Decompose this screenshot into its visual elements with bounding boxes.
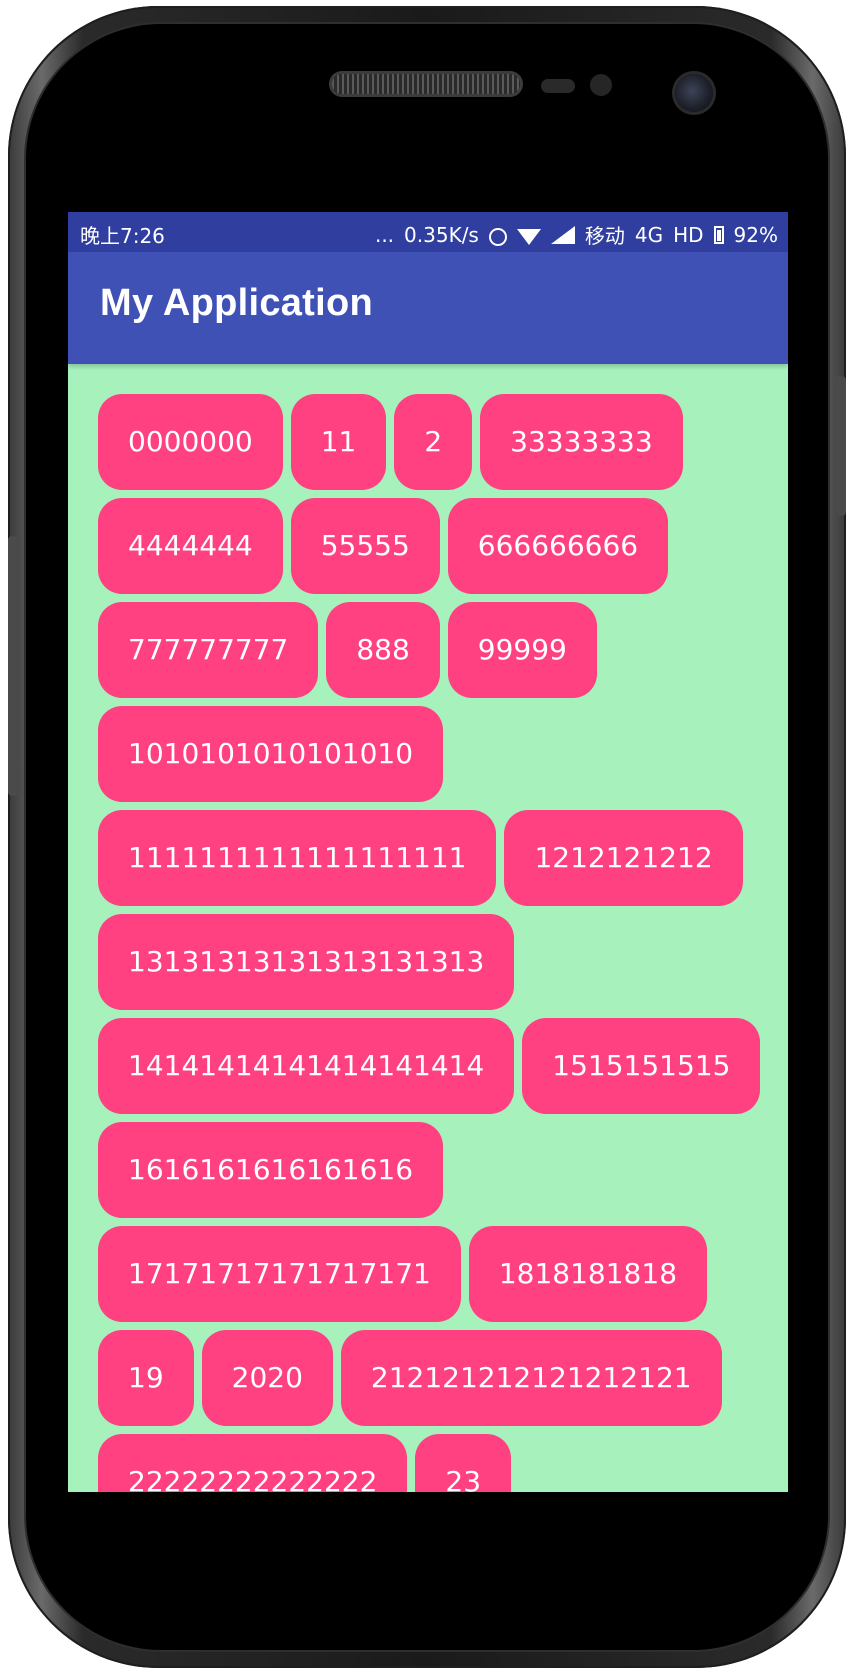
wifi-icon <box>516 228 541 245</box>
chip-button[interactable]: 17171717171717171 <box>98 1226 461 1322</box>
chip-button[interactable]: 23 <box>415 1434 512 1492</box>
front-camera <box>675 74 713 112</box>
chip-button[interactable]: 888 <box>326 602 440 698</box>
chip-button[interactable]: 99999 <box>447 602 597 698</box>
network-type: 4G <box>634 222 664 247</box>
chip-button[interactable]: 14141414141414141414 <box>98 1018 515 1114</box>
earpiece-speaker <box>332 74 520 94</box>
chip-button[interactable]: 19 <box>98 1330 194 1426</box>
hd-label: HD <box>673 222 704 247</box>
chip-button[interactable]: 1818181818 <box>468 1226 708 1322</box>
chip-flow-layout: 0000000 11 2 33333333 4444444 55555 666666666 7… <box>98 394 778 1492</box>
chip-button[interactable]: 777777777 <box>98 602 319 698</box>
app-bar: My Application <box>68 252 788 364</box>
chip-button[interactable]: 55555 <box>290 498 440 594</box>
proximity-sensor <box>541 79 575 93</box>
chip-button[interactable]: 11 <box>290 394 387 490</box>
network-speed: 0.35K/s <box>404 222 479 247</box>
status-time: 晚上7:26 <box>80 224 165 248</box>
chip-button[interactable]: 1111111111111111111 <box>98 810 497 906</box>
signal-icon <box>550 225 575 244</box>
chip-button[interactable]: 33333333 <box>480 394 683 490</box>
alarm-icon <box>488 227 507 246</box>
status-bar: 晚上7:26 ... 0.35K/s 移动 4G HD 92% <box>68 212 788 252</box>
chip-button[interactable]: 4444444 <box>98 498 283 594</box>
chip-button[interactable]: 1010101010101010 <box>98 706 444 802</box>
app-title: My Application <box>100 282 374 324</box>
chip-button[interactable]: 1212121212 <box>504 810 743 906</box>
chip-button[interactable]: 13131313131313131313 <box>98 914 515 1010</box>
status-icons: ... 0.35K/s 移动 4G HD 92% <box>375 220 778 249</box>
screen: 晚上7:26 ... 0.35K/s 移动 4G HD 92% My Appli… <box>68 212 788 1492</box>
chip-button[interactable]: 2 <box>394 394 473 490</box>
chip-button[interactable]: 212121212121212121 <box>340 1330 722 1426</box>
overflow-dots: ... <box>374 222 395 247</box>
carrier-label: 移动 <box>584 224 625 248</box>
chip-button[interactable]: 2020 <box>201 1330 333 1426</box>
chip-button[interactable]: 0000000 <box>98 394 283 490</box>
light-sensor <box>590 74 612 96</box>
power-button <box>836 376 846 516</box>
volume-button <box>8 536 18 796</box>
chip-button[interactable]: 1515151515 <box>522 1018 761 1114</box>
battery-icon <box>713 225 724 244</box>
chip-button[interactable]: 666666666 <box>447 498 669 594</box>
chip-button[interactable]: 22222222222222 <box>98 1434 408 1492</box>
battery-percent: 92% <box>733 222 778 247</box>
chip-button[interactable]: 1616161616161616 <box>98 1122 444 1218</box>
